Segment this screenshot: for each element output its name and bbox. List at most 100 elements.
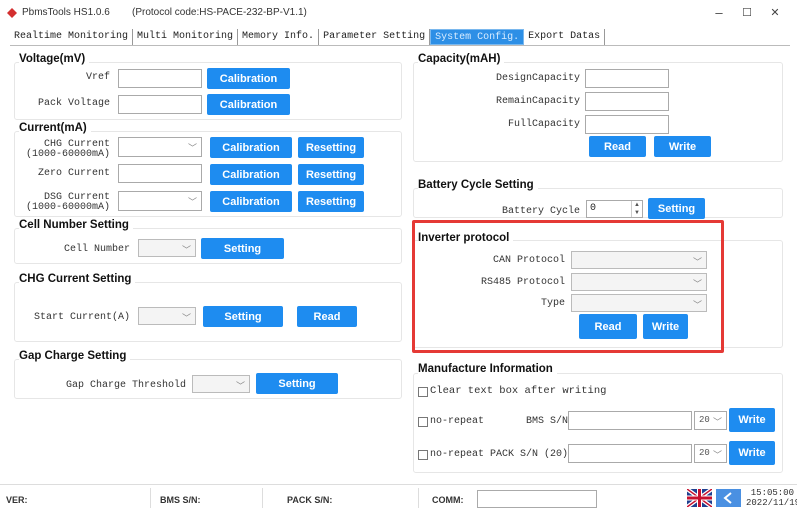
app-logo-icon bbox=[7, 8, 17, 18]
battery-cycle-spinbox[interactable]: 0 ▲ ▼ bbox=[586, 200, 643, 218]
main-tabs: Realtime Monitoring Multi Monitoring Mem… bbox=[10, 29, 606, 45]
design-capacity-input[interactable] bbox=[585, 69, 669, 88]
remain-capacity-label: RemainCapacity bbox=[495, 96, 580, 107]
chg-current-select[interactable]: ﹀ bbox=[118, 137, 202, 157]
chevron-down-icon: ﹀ bbox=[235, 381, 245, 391]
dsg-current-select[interactable]: ﹀ bbox=[118, 191, 202, 211]
cell-number-setting-button[interactable]: Setting bbox=[201, 238, 284, 259]
zero-current-label: Zero Current bbox=[37, 168, 110, 179]
status-ver-label: VER: bbox=[6, 495, 28, 505]
maximize-button[interactable]: ☐ bbox=[737, 5, 757, 21]
cell-number-label: Cell Number bbox=[63, 244, 130, 255]
gap-charge-label: Gap Charge Threshold bbox=[65, 380, 186, 391]
zero-current-input[interactable] bbox=[118, 164, 202, 183]
chg-calibration-button[interactable]: Calibration bbox=[210, 137, 292, 158]
status-separator bbox=[262, 488, 263, 508]
chevron-down-icon: ﹀ bbox=[187, 143, 197, 153]
tab-parameter-setting[interactable]: Parameter Setting bbox=[319, 29, 431, 45]
dsg-calibration-button[interactable]: Calibration bbox=[210, 191, 292, 212]
vref-label: Vref bbox=[85, 72, 110, 83]
status-separator bbox=[418, 488, 419, 508]
gap-charge-title: Gap Charge Setting bbox=[19, 350, 131, 362]
cell-number-select[interactable]: ﹀ bbox=[138, 239, 196, 257]
manufacture-title: Manufacture Information bbox=[418, 363, 557, 375]
gap-charge-select[interactable]: ﹀ bbox=[192, 375, 250, 393]
bms-sn-input[interactable] bbox=[568, 411, 692, 430]
bms-sn-length-select[interactable]: 20 ﹀ bbox=[694, 411, 727, 430]
chevron-down-icon: ﹀ bbox=[187, 197, 197, 207]
design-capacity-label: DesignCapacity bbox=[495, 73, 580, 84]
protocol-code: (Protocol code:HS-PACE-232-BP-V1.1) bbox=[132, 7, 307, 18]
start-current-label: Start Current(A) bbox=[33, 312, 130, 323]
zero-calibration-button[interactable]: Calibration bbox=[210, 164, 292, 185]
pack-voltage-input[interactable] bbox=[118, 95, 202, 114]
pack-voltage-calibration-button[interactable]: Calibration bbox=[207, 94, 290, 115]
close-button[interactable]: ✕ bbox=[765, 5, 785, 21]
capacity-read-button[interactable]: Read bbox=[589, 136, 646, 157]
battery-cycle-title: Battery Cycle Setting bbox=[418, 179, 538, 191]
chevron-down-icon: ﹀ bbox=[712, 417, 722, 427]
full-capacity-label: FullCapacity bbox=[507, 119, 580, 130]
cell-number-title: Cell Number Setting bbox=[19, 219, 133, 231]
app-title: PbmsTools HS1.0.6 bbox=[22, 7, 110, 18]
bms-sn-write-button[interactable]: Write bbox=[729, 408, 775, 432]
pack-sn-length-select[interactable]: 20 ﹀ bbox=[694, 444, 727, 463]
pack-no-repeat-label: no-repeat bbox=[430, 449, 485, 460]
remain-capacity-input[interactable] bbox=[585, 92, 669, 111]
pack-no-repeat-checkbox[interactable] bbox=[418, 450, 428, 460]
clear-after-writing-label: Clear text box after writing bbox=[430, 385, 607, 397]
dsg-current-range-label: (1000-60000mA) bbox=[25, 202, 110, 213]
bms-sn-label: BMS S/N bbox=[525, 416, 568, 427]
pack-sn-length-value: 20 bbox=[699, 448, 710, 458]
capacity-write-button[interactable]: Write bbox=[654, 136, 711, 157]
pack-voltage-label: Pack Voltage bbox=[37, 98, 110, 109]
battery-cycle-value: 0 bbox=[590, 203, 597, 214]
capacity-title: Capacity(mAH) bbox=[418, 53, 505, 65]
vref-input[interactable] bbox=[118, 69, 202, 88]
language-switch-icon[interactable] bbox=[716, 489, 741, 507]
status-pack-sn-label: PACK S/N: bbox=[287, 495, 333, 505]
vref-calibration-button[interactable]: Calibration bbox=[207, 68, 290, 89]
full-capacity-input[interactable] bbox=[585, 115, 669, 134]
status-comm-label: COMM: bbox=[432, 495, 464, 505]
status-separator bbox=[150, 488, 151, 508]
status-bms-sn-label: BMS S/N: bbox=[160, 495, 201, 505]
battery-cycle-setting-button[interactable]: Setting bbox=[648, 198, 705, 219]
status-date: 2022/11/19 bbox=[746, 498, 797, 508]
chg-resetting-button[interactable]: Resetting bbox=[298, 137, 364, 158]
tab-memory-info[interactable]: Memory Info. bbox=[238, 29, 320, 45]
voltage-title: Voltage(mV) bbox=[19, 53, 90, 65]
gap-charge-setting-button[interactable]: Setting bbox=[256, 373, 338, 394]
tabs-divider bbox=[10, 45, 790, 46]
spin-arrows-icon[interactable]: ▲ ▼ bbox=[631, 201, 642, 217]
battery-cycle-label: Battery Cycle bbox=[501, 206, 580, 217]
pack-sn-label: PACK S/N (20) bbox=[489, 449, 568, 460]
minimize-button[interactable]: – bbox=[709, 5, 729, 21]
highlight-box bbox=[412, 220, 724, 353]
bms-sn-length-value: 20 bbox=[699, 415, 710, 425]
bms-no-repeat-checkbox[interactable] bbox=[418, 417, 428, 427]
dsg-resetting-button[interactable]: Resetting bbox=[298, 191, 364, 212]
tab-multi-monitoring[interactable]: Multi Monitoring bbox=[133, 29, 239, 45]
status-clock: 15:05:00 2022/11/19 bbox=[746, 488, 797, 508]
start-current-select[interactable]: ﹀ bbox=[138, 307, 196, 325]
tab-realtime-monitoring[interactable]: Realtime Monitoring bbox=[10, 29, 134, 45]
tab-export-datas[interactable]: Export Datas bbox=[524, 29, 606, 45]
tab-system-config[interactable]: System Config. bbox=[430, 29, 525, 45]
current-title: Current(mA) bbox=[19, 122, 91, 134]
pack-sn-write-button[interactable]: Write bbox=[729, 441, 775, 465]
status-comm-field bbox=[477, 490, 597, 508]
chg-current-setting-button[interactable]: Setting bbox=[203, 306, 283, 327]
status-bar-divider bbox=[0, 484, 797, 485]
zero-resetting-button[interactable]: Resetting bbox=[298, 164, 364, 185]
chevron-down-icon: ﹀ bbox=[712, 450, 722, 460]
pack-sn-input[interactable] bbox=[568, 444, 692, 463]
english-flag-icon[interactable] bbox=[687, 489, 712, 507]
chg-current-setting-title: CHG Current Setting bbox=[19, 273, 136, 285]
chevron-down-icon: ﹀ bbox=[181, 313, 191, 323]
chevron-down-icon: ﹀ bbox=[181, 245, 191, 255]
status-time: 15:05:00 bbox=[750, 488, 794, 498]
clear-after-writing-checkbox[interactable] bbox=[418, 387, 428, 397]
chg-current-read-button[interactable]: Read bbox=[297, 306, 357, 327]
bms-no-repeat-label: no-repeat bbox=[430, 416, 485, 427]
